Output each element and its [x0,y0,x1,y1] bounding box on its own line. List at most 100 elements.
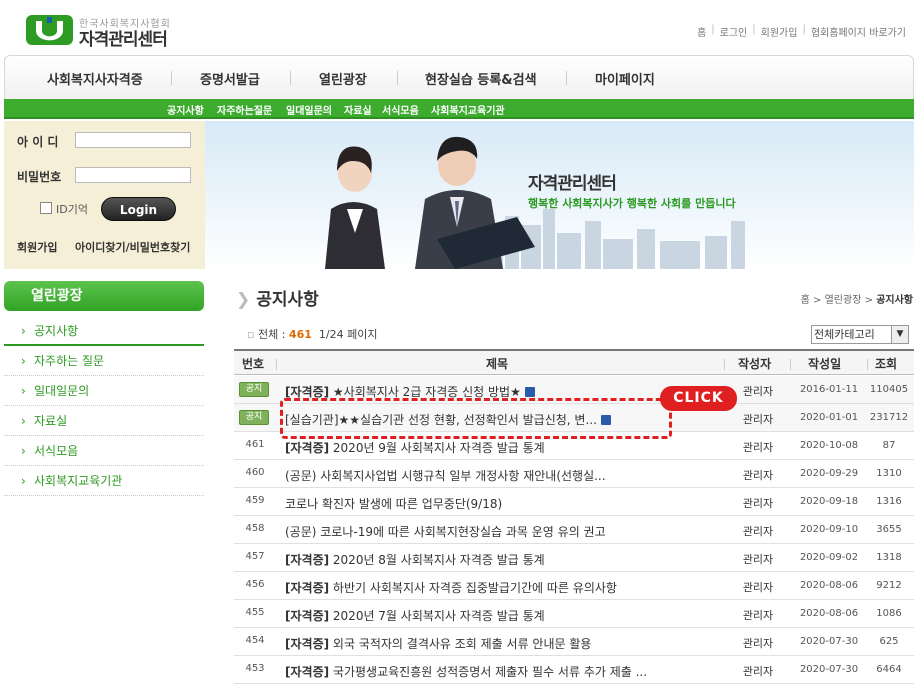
row-author: 관리자 [742,497,774,510]
row-title-link[interactable]: (공문) 코로나-19에 따른 사회복지현장실습 과목 운영 유의 권고 [285,523,606,540]
row-author: 관리자 [742,553,774,566]
row-title-link[interactable]: [자격증] 2020년 7월 사회복지사 자격증 발급 통계 [285,607,545,624]
subnav-notice[interactable]: 공지사항 [167,102,204,117]
row-title: (공문) 코로나-19에 따른 사회복지현장실습 과목 운영 유의 권고 [285,525,606,539]
util-home-link[interactable]: 홈 [697,24,706,39]
left-menu-faq[interactable]: 자주하는 질문 [4,346,204,376]
table-row[interactable]: 458 (공문) 코로나-19에 따른 사회복지현장실습 과목 운영 유의 권고 관… [234,516,914,544]
find-account-link[interactable]: 아이디찾기/비밀번호찾기 [75,239,190,255]
gnb-mypage[interactable]: 마이페이지 [595,69,655,88]
row-title: 2020년 9월 사회복지사 자격증 발급 통계 [329,441,545,455]
row-date: 2020-07-30 [799,636,859,647]
row-author: 관리자 [742,525,774,538]
col-date: 작성일 [808,357,842,371]
id-input[interactable] [75,132,191,148]
table-row[interactable]: 454 [자격증] 외국 국적자의 결격사유 조회 제출 서류 안내문 활용 관리자… [234,628,914,656]
breadcrumb-home[interactable]: 홈 [801,295,810,306]
logo-title: 자격관리센터 [79,30,168,50]
row-title-link[interactable]: [자격증] 외국 국적자의 결격사유 조회 제출 서류 안내문 활용 [285,635,591,652]
table-row[interactable]: 460 (공문) 사회복지사업법 시행규칙 일부 개정사항 재안내(선행실... 관… [234,460,914,488]
gnb-field-practice[interactable]: 현장실습 등록&검색 [425,69,537,88]
left-menu-notice[interactable]: 공지사항 [4,316,204,346]
util-association-link[interactable]: 협회홈페이지 바로가기 [811,24,906,39]
row-title: ★사회복지사 2급 자격증 신청 방법★ [329,385,521,399]
row-title-link[interactable]: [자격증] 2020년 8월 사회복지사 자격증 발급 통계 [285,551,545,568]
page-title-text: 공지사항 [256,290,319,310]
row-title-link[interactable]: (공문) 사회복지사업법 시행규칙 일부 개정사항 재안내(선행실... [285,467,606,484]
table-row[interactable]: 456 [자격증] 하반기 사회복지사 자격증 집중발급기간에 따른 유의사항 관리… [234,572,914,600]
row-number: 457 [245,551,265,562]
col-title: 제목 [486,357,509,371]
row-number: 459 [245,495,265,506]
row-title: 하반기 사회복지사 자격증 집중발급기간에 따른 유의사항 [329,581,617,595]
left-menu-edu-institutions[interactable]: 사회복지교육기관 [4,466,204,496]
login-panel: 아 이 디 비밀번호 ID기억 Login 회원가입 아이디찾기/비밀번호찾기 [4,121,205,269]
gnb-divider [290,71,291,85]
row-category: [자격증] [285,637,330,651]
row-title-link[interactable]: [자격증] 하반기 사회복지사 자격증 집중발급기간에 따른 유의사항 [285,579,617,596]
gnb-certificate[interactable]: 사회복지사자격증 [47,69,143,88]
util-login-link[interactable]: 로그인 [720,24,748,39]
row-date: 2020-09-18 [799,496,859,507]
subnav-edu-institutions[interactable]: 사회복지교육기관 [431,102,505,117]
row-category: [자격증] [285,581,330,595]
main-banner: 자격관리센터 행복한 사회복지사가 행복한 사회를 만듭니다 [205,121,914,269]
row-hits: 625 [879,636,899,647]
row-author: 관리자 [742,385,774,398]
breadcrumb-section[interactable]: 열린광장 [825,295,862,306]
table-row[interactable]: 457 [자격증] 2020년 8월 사회복지사 자격증 발급 통계 관리자 2020… [234,544,914,572]
table-row[interactable]: 459 코로나 확진자 발생에 따른 업무중단(9/18) 관리자 2020-09-1… [234,488,914,516]
table-row[interactable]: 453 [자격증] 국가평생교육진흥원 성적증명서 제출자 필수 서류 추가 제출… [234,656,914,684]
password-label: 비밀번호 [17,170,62,184]
remember-id-checkbox[interactable] [40,202,52,214]
row-title-link[interactable]: [자격증] 2020년 9월 사회복지사 자격증 발급 통계 [285,439,545,456]
subnav-archive[interactable]: 자료실 [344,102,372,117]
col-no: 번호 [242,357,265,371]
row-hits: 1310 [876,468,902,479]
row-title-link[interactable]: [자격증] 국가평생교육진흥원 성적증명서 제출자 필수 서류 추가 제출 ..… [285,663,647,680]
left-menu-archive[interactable]: 자료실 [4,406,204,436]
title-arrow-icon: ❯ [236,290,251,310]
left-menu-title: 열린광장 [4,281,204,311]
sub-navigation: 공지사항 자주하는질문 일대일문의 자료실 서식모음 사회복지교육기관 [4,99,914,119]
row-title-link[interactable]: 코로나 확진자 발생에 따른 업무중단(9/18) [285,495,502,512]
col-hits: 조회 [875,357,898,371]
password-input[interactable] [75,167,191,183]
row-date: 2020-10-08 [799,440,859,451]
chevron-down-icon[interactable]: ▼ [891,326,908,343]
subnav-faq[interactable]: 자주하는질문 [217,102,272,117]
row-title: 외국 국적자의 결격사유 조회 제출 서류 안내문 활용 [329,637,592,651]
login-button[interactable]: Login [101,197,176,221]
category-select-value: 전체카테고리 [814,328,875,341]
subnav-inquiry[interactable]: 일대일문의 [286,102,332,117]
row-date: 2020-08-06 [799,608,859,619]
gnb-certificate-issue[interactable]: 증명서발급 [200,69,260,88]
row-number: 458 [245,523,265,534]
row-author: 관리자 [742,581,774,594]
row-author: 관리자 [742,469,774,482]
left-menu-forms[interactable]: 서식모음 [4,436,204,466]
site-logo[interactable]: 한국사회복지사협회 자격관리센터 [26,13,186,50]
row-hits: 1086 [876,608,902,619]
row-author: 관리자 [742,637,774,650]
col-author: 작성자 [738,357,772,371]
row-title: 2020년 8월 사회복지사 자격증 발급 통계 [329,553,545,567]
row-hits: 9212 [876,580,902,591]
util-join-link[interactable]: 회원가입 [761,24,798,39]
row-number: 454 [245,635,265,646]
gnb-open-square[interactable]: 열린광장 [319,69,367,88]
breadcrumb-separator: > [864,295,873,306]
left-menu-inquiry[interactable]: 일대일문의 [4,376,204,406]
breadcrumb: 홈 > 열린광장 > 공지사항 [801,291,913,306]
remember-id-label: ID기억 [56,203,88,216]
page-indicator: 1/24 페이지 [318,328,378,341]
row-hits: 110405 [869,384,909,395]
table-header: 번호 제목 작성자 작성일 조회 [234,349,914,375]
join-link[interactable]: 회원가입 [17,239,57,255]
total-count: ▫ 전체 : 461 1/24 페이지 [247,326,377,342]
row-number: 456 [245,579,265,590]
category-select[interactable]: 전체카테고리 ▼ [811,325,909,344]
subnav-forms[interactable]: 서식모음 [382,102,419,117]
row-hits: 87 [882,440,896,451]
table-row[interactable]: 455 [자격증] 2020년 7월 사회복지사 자격증 발급 통계 관리자 2020… [234,600,914,628]
